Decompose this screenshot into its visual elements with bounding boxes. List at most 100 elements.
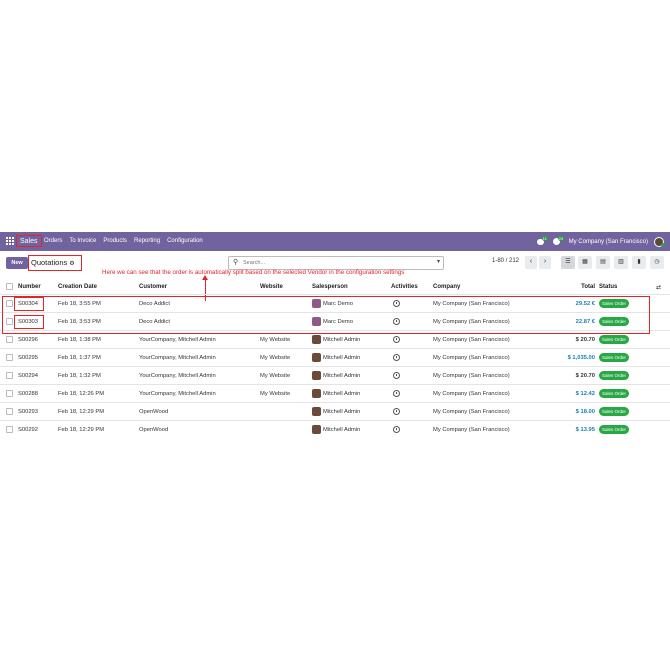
total: $ 20.70 xyxy=(575,337,595,343)
row-checkbox[interactable] xyxy=(6,336,13,343)
salesperson: Mitchell Admin xyxy=(323,409,361,415)
column-settings-icon[interactable]: ⇄ xyxy=(656,284,661,291)
pivot-view-icon[interactable]: ▥ xyxy=(614,256,628,269)
order-number: S00293 xyxy=(18,409,38,415)
highlight-box xyxy=(2,296,650,334)
salesperson: Mitchell Admin xyxy=(323,373,361,379)
kanban-view-icon[interactable]: ▦ xyxy=(578,256,592,269)
col-number[interactable]: Number xyxy=(18,284,41,290)
total: $ 13.95 xyxy=(575,427,595,433)
customer: YourCompany, Mitchell Admin xyxy=(139,337,216,343)
status-badge: Sales Order xyxy=(599,353,630,362)
menu-to-invoice[interactable]: To Invoice xyxy=(69,232,96,251)
select-all-checkbox[interactable] xyxy=(6,283,13,290)
creation-date: Feb 18, 1:32 PM xyxy=(58,373,101,379)
order-number: S00296 xyxy=(18,337,38,343)
apps-grid-icon[interactable] xyxy=(6,237,15,246)
table-row[interactable]: S00293 Feb 18, 12:29 PM OpenWood Mitchel… xyxy=(0,402,670,421)
gear-icon[interactable]: ⚙ xyxy=(69,261,74,267)
total: $ 20.70 xyxy=(575,373,595,379)
activity-clock-icon[interactable] xyxy=(393,372,400,379)
user-avatar[interactable] xyxy=(654,236,665,247)
status-badge: Sales Order xyxy=(599,425,630,434)
activity-clock-icon[interactable]: 24 xyxy=(552,235,565,247)
row-checkbox[interactable] xyxy=(6,372,13,379)
status-badge: Sales Order xyxy=(599,371,630,380)
avatar xyxy=(312,335,321,344)
company-switcher[interactable]: My Company (San Francisco) xyxy=(569,239,648,245)
row-checkbox[interactable] xyxy=(6,354,13,361)
col-salesperson[interactable]: Salesperson xyxy=(312,284,348,290)
menu-configuration[interactable]: Configuration xyxy=(167,232,203,251)
new-button[interactable]: New xyxy=(6,257,28,269)
menu-reporting[interactable]: Reporting xyxy=(134,232,160,251)
col-status[interactable]: Status xyxy=(599,284,617,290)
status-badge: Sales Order xyxy=(599,389,630,398)
website: My Website xyxy=(260,355,291,361)
top-navbar: Sales Orders To Invoice Products Reporti… xyxy=(0,232,670,251)
search-input[interactable] xyxy=(243,258,423,268)
order-number: S00288 xyxy=(18,391,38,397)
search-bar: ⚲ ▾ xyxy=(228,256,444,270)
creation-date: Feb 18, 1:38 PM xyxy=(58,337,101,343)
chevron-down-icon[interactable]: ▾ xyxy=(437,258,440,265)
row-checkbox[interactable] xyxy=(6,408,13,415)
table-header: Number Creation Date Customer Website Sa… xyxy=(0,280,670,294)
list-view-icon[interactable]: ☰ xyxy=(561,256,575,269)
row-checkbox[interactable] xyxy=(6,390,13,397)
salesperson: Mitchell Admin xyxy=(323,337,361,343)
customer: YourCompany, Mitchell Admin xyxy=(139,373,216,379)
creation-date: Feb 18, 12:26 PM xyxy=(58,391,105,397)
company: My Company (San Francisco) xyxy=(433,391,510,397)
status-badge: Sales Order xyxy=(599,407,630,416)
avatar xyxy=(312,407,321,416)
calendar-view-icon[interactable]: ▤ xyxy=(596,256,610,269)
col-company[interactable]: Company xyxy=(433,284,460,290)
sales-app-screenshot: Sales Orders To Invoice Products Reporti… xyxy=(0,232,670,438)
search-icon[interactable]: ⚲ xyxy=(233,258,238,266)
activity-badge: 24 xyxy=(557,235,565,241)
table-row[interactable]: S00288 Feb 18, 12:26 PM YourCompany, Mit… xyxy=(0,384,670,403)
website: My Website xyxy=(260,373,291,379)
order-number: S00295 xyxy=(18,355,38,361)
customer: OpenWood xyxy=(139,409,169,415)
menu-orders[interactable]: Orders xyxy=(44,232,62,251)
chat-icon[interactable]: 11 xyxy=(536,235,548,247)
table-row[interactable]: S00292 Feb 18, 12:29 PM OpenWood Mitchel… xyxy=(0,420,670,439)
activity-clock-icon[interactable] xyxy=(393,408,400,415)
app-brand[interactable]: Sales xyxy=(16,235,42,247)
company: My Company (San Francisco) xyxy=(433,373,510,379)
avatar xyxy=(312,371,321,380)
row-checkbox[interactable] xyxy=(6,426,13,433)
pager-previous-button[interactable]: ‹ xyxy=(525,256,537,269)
website: My Website xyxy=(260,391,291,397)
col-activities[interactable]: Activities xyxy=(391,284,418,290)
avatar xyxy=(312,425,321,434)
company: My Company (San Francisco) xyxy=(433,337,510,343)
menu-products[interactable]: Products xyxy=(103,232,127,251)
col-creation-date[interactable]: Creation Date xyxy=(58,284,97,290)
total: $ 1,035.00 xyxy=(567,355,595,361)
customer: YourCompany, Mitchell Admin xyxy=(139,355,216,361)
col-customer[interactable]: Customer xyxy=(139,284,167,290)
activity-clock-icon[interactable] xyxy=(393,336,400,343)
order-number: S00292 xyxy=(18,427,38,433)
activity-view-icon[interactable]: ◷ xyxy=(650,256,664,269)
avatar xyxy=(312,353,321,362)
creation-date: Feb 18, 1:37 PM xyxy=(58,355,101,361)
avatar xyxy=(312,389,321,398)
activity-clock-icon[interactable] xyxy=(393,354,400,361)
pager-value[interactable]: 1-80 / 212 xyxy=(492,258,519,264)
activity-clock-icon[interactable] xyxy=(393,426,400,433)
pager-next-button[interactable]: › xyxy=(539,256,551,269)
website: My Website xyxy=(260,337,291,343)
status-badge: Sales Order xyxy=(599,335,630,344)
activity-clock-icon[interactable] xyxy=(393,390,400,397)
col-website[interactable]: Website xyxy=(260,284,283,290)
creation-date: Feb 18, 12:29 PM xyxy=(58,427,105,433)
table-row[interactable]: S00294 Feb 18, 1:32 PM YourCompany, Mitc… xyxy=(0,366,670,385)
col-total[interactable]: Total xyxy=(581,284,595,290)
graph-view-icon[interactable]: ▮ xyxy=(632,256,646,269)
salesperson: Mitchell Admin xyxy=(323,391,361,397)
table-row[interactable]: S00295 Feb 18, 1:37 PM YourCompany, Mitc… xyxy=(0,348,670,367)
